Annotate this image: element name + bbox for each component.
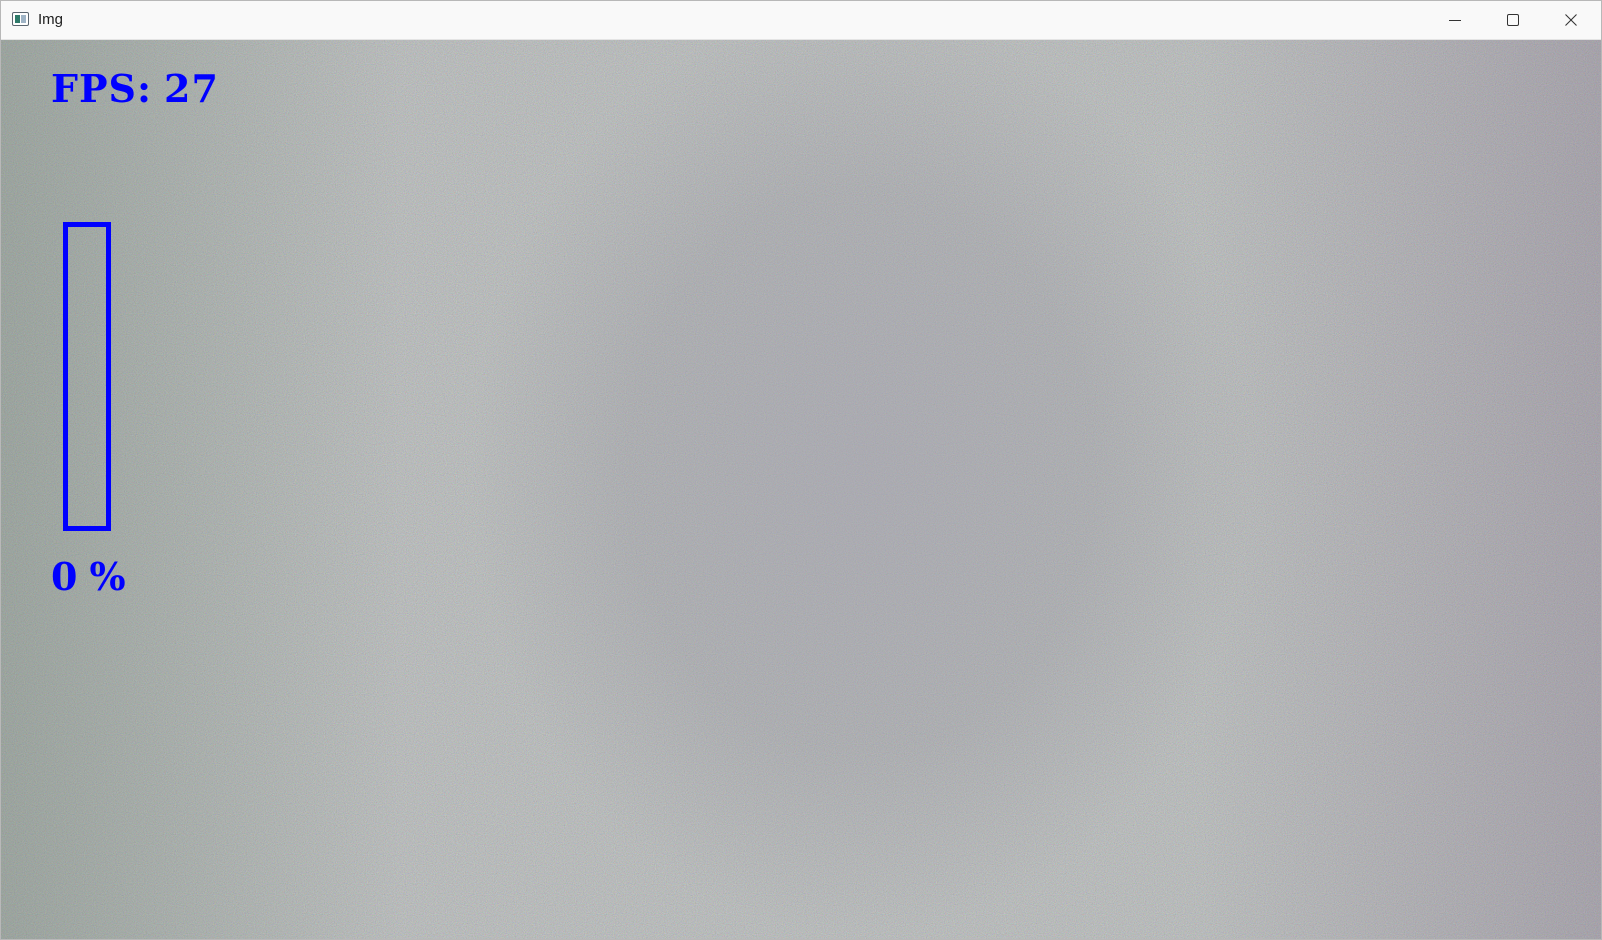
- fps-label: FPS:: [51, 66, 153, 111]
- progress-unit: %: [89, 554, 126, 599]
- progress-bar: [63, 222, 111, 531]
- lighting-gradient: [1, 40, 1601, 939]
- maximize-icon: [1507, 14, 1519, 26]
- minimize-button[interactable]: [1426, 1, 1484, 39]
- window-title: Img: [38, 11, 64, 28]
- app-window: Img FPS: 27 0 %: [0, 0, 1602, 940]
- maximize-button[interactable]: [1484, 1, 1542, 39]
- close-button[interactable]: [1542, 1, 1600, 39]
- close-icon: [1565, 14, 1577, 26]
- minimize-icon: [1449, 20, 1461, 21]
- app-icon: [12, 12, 29, 26]
- fps-counter: FPS: 27: [51, 67, 219, 111]
- camera-frame: FPS: 27 0%: [1, 40, 1601, 939]
- fps-value: 27: [164, 66, 219, 111]
- progress-value: 0: [51, 554, 78, 599]
- progress-percent: 0%: [51, 555, 126, 599]
- title-bar[interactable]: Img: [1, 1, 1601, 40]
